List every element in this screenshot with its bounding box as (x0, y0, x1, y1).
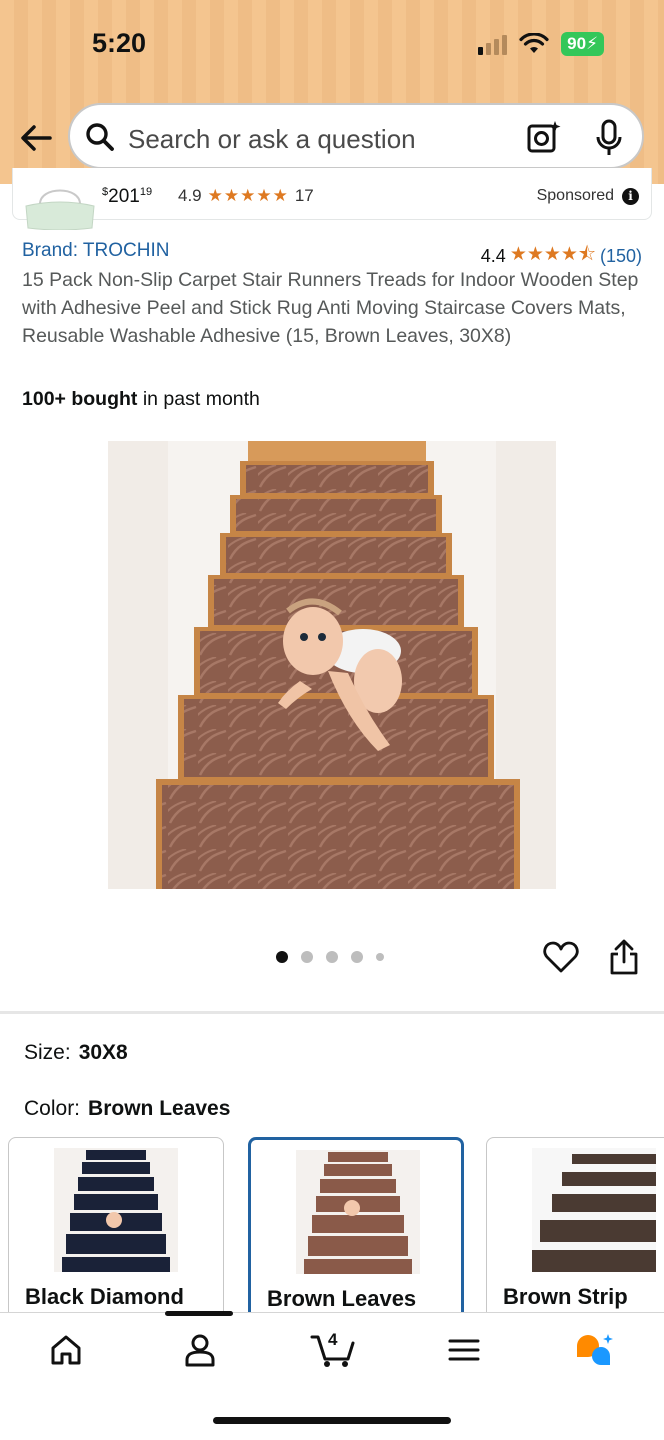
carousel-dot[interactable] (276, 951, 288, 963)
price-fraction: 19 (139, 186, 153, 198)
sponsored-review-count: 17 (294, 186, 314, 205)
size-value: 30X8 (78, 1041, 128, 1064)
swatch-label: Black Diamond (25, 1284, 184, 1309)
home-icon[interactable] (48, 1332, 84, 1368)
swatch-black-diamond[interactable]: Black Diamond (8, 1137, 224, 1327)
swatch-thumbnail (54, 1148, 178, 1272)
brand-link[interactable]: Brand: TROCHIN (22, 240, 169, 262)
status-time: 5:20 (92, 28, 147, 58)
product-main-image[interactable] (108, 441, 556, 889)
bought-bold: 100+ bought (22, 388, 138, 410)
sponsored-price: $20119 (102, 186, 152, 208)
swatch-thumbnail (532, 1148, 656, 1272)
home-indicator (213, 1417, 451, 1424)
section-divider (0, 1011, 664, 1014)
header: 5:20 90 ⚡ Search or ask a question (0, 0, 664, 184)
product-title: 15 Pack Non-Slip Carpet Stair Runners Tr… (22, 269, 639, 347)
color-value: Brown Leaves (88, 1097, 231, 1120)
swatch-brown-leaves[interactable]: Brown Leaves (248, 1137, 464, 1327)
carousel-dot[interactable] (351, 951, 363, 963)
carousel-dot[interactable] (301, 951, 313, 963)
rating-value: 4.4 (480, 245, 506, 266)
size-label: Size: (24, 1041, 71, 1064)
heart-icon[interactable] (543, 940, 579, 974)
sponsored-rating: 4.9 ★★★★★ 17 (178, 186, 314, 206)
sponsored-stars: ★★★★★ (207, 186, 289, 205)
share-icon[interactable] (608, 938, 640, 976)
carousel-dot[interactable] (326, 951, 338, 963)
swatch-label: Brown Leaves (267, 1286, 417, 1311)
price-whole: 201 (108, 186, 140, 207)
bought-rest: in past month (137, 388, 260, 410)
sponsored-label[interactable]: Sponsored i (537, 187, 639, 205)
color-selector: Color: Brown Leaves (24, 1097, 230, 1121)
color-label: Color: (24, 1097, 81, 1120)
camera-lens-icon[interactable] (526, 119, 562, 155)
sponsored-text: Sponsored (536, 187, 614, 204)
swatch-label: Brown Strip (503, 1284, 628, 1309)
signal-icon (478, 33, 508, 55)
carousel-dot[interactable] (376, 953, 384, 961)
battery-level: 90 (567, 34, 587, 53)
nav-active-indicator (165, 1311, 233, 1316)
size-selector[interactable]: Size: 30X8 (24, 1041, 128, 1065)
review-count[interactable]: (150) (600, 246, 642, 267)
account-icon[interactable] (182, 1332, 218, 1368)
swatch-thumbnail (296, 1150, 420, 1274)
search-bar[interactable]: Search or ask a question (68, 103, 644, 169)
cart-count: 4 (328, 1330, 338, 1349)
info-icon[interactable]: i (622, 187, 639, 205)
battery-indicator: 90 ⚡ (561, 32, 604, 56)
status-icons: 90 ⚡ (478, 32, 604, 56)
microphone-icon[interactable] (594, 119, 624, 157)
sponsored-rating-value: 4.9 (178, 186, 202, 205)
carousel-dots[interactable] (276, 951, 384, 963)
search-icon (86, 123, 114, 151)
charging-icon: ⚡ (586, 34, 598, 53)
search-input[interactable]: Search or ask a question (128, 124, 416, 155)
wifi-icon (519, 33, 549, 53)
swatch-brown-strip[interactable]: Brown Strip (486, 1137, 664, 1327)
rufus-assistant-icon[interactable] (574, 1332, 616, 1368)
menu-icon[interactable] (446, 1332, 482, 1368)
handbag-thumbnail[interactable] (20, 184, 100, 230)
back-arrow-icon[interactable] (16, 118, 56, 158)
bought-count: 100+ bought in past month (22, 388, 260, 411)
